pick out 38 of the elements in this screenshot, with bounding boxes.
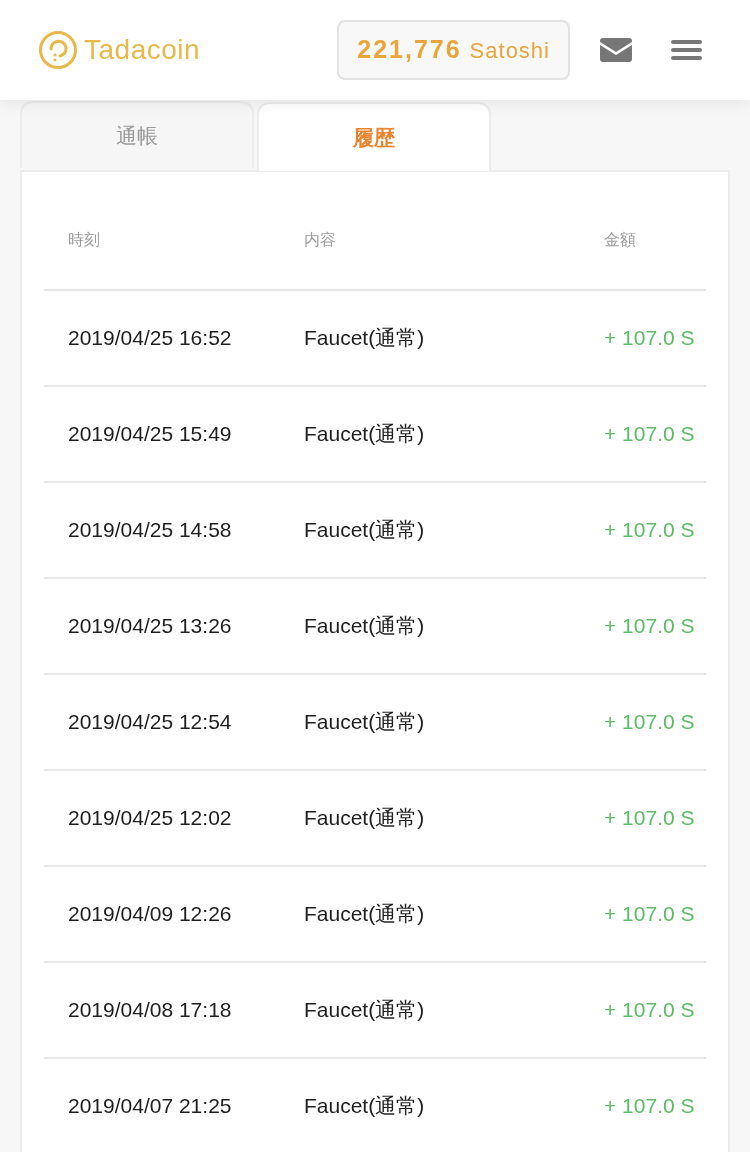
column-header: 金額 [604,230,636,248]
mail-icon[interactable] [600,38,632,62]
time-cell: 2019/04/07 21:25 [68,1094,232,1118]
menu-icon[interactable] [671,40,702,60]
amount-cell: + 107.0 S [604,1094,695,1118]
description-cell: Faucet(通常) [304,710,425,734]
description-cell: Faucet(通常) [304,1094,425,1118]
amount-cell: + 107.0 S [604,902,695,926]
description-cell: Faucet(通常) [304,326,425,350]
logo-text[interactable]: Tadacoin [84,29,201,71]
time-cell: 2019/04/25 16:52 [68,326,232,350]
time-cell: 2019/04/25 12:54 [68,710,232,734]
column-header: 内容 [304,230,336,248]
description-cell: Faucet(通常) [304,614,425,638]
description-cell: Faucet(通常) [304,422,425,446]
logo-icon [38,30,78,70]
amount-cell: + 107.0 S [604,710,695,734]
tab[interactable]: 履歴 [257,102,491,171]
tab[interactable]: 通帳 [20,101,254,168]
time-cell: 2019/04/08 17:18 [68,998,232,1022]
time-cell: 2019/04/25 15:49 [68,422,232,446]
amount-cell: + 107.0 S [604,998,695,1022]
amount-cell: + 107.0 S [604,422,695,446]
amount-cell: + 107.0 S [604,326,695,350]
amount-cell: + 107.0 S [604,518,695,542]
time-cell: 2019/04/25 13:26 [68,614,232,638]
balance-unit: Satoshi [469,36,550,65]
description-cell: Faucet(通常) [304,902,425,926]
time-cell: 2019/04/09 12:26 [68,902,232,926]
column-header: 時刻 [68,230,100,248]
time-cell: 2019/04/25 14:58 [68,518,232,542]
amount-cell: + 107.0 S [604,614,695,638]
time-cell: 2019/04/25 12:02 [68,806,232,830]
balance-amount: 221,776 [357,34,462,66]
description-cell: Faucet(通常) [304,806,425,830]
description-cell: Faucet(通常) [304,518,425,542]
description-cell: Faucet(通常) [304,998,425,1022]
amount-cell: + 107.0 S [604,806,695,830]
